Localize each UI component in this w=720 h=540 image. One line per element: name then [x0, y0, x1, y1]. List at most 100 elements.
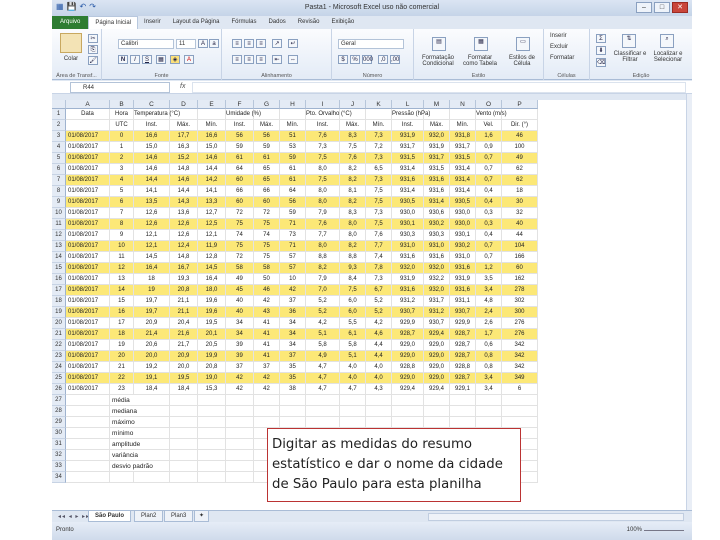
empty-cell[interactable] [450, 406, 476, 417]
empty-cell[interactable] [502, 395, 538, 406]
data-cell[interactable]: 0,4 [476, 230, 502, 241]
data-cell[interactable]: 13 [110, 274, 134, 285]
data-cell[interactable]: 14,6 [134, 164, 170, 175]
data-cell[interactable]: 8,2 [340, 175, 366, 186]
data-cell[interactable]: 20,0 [170, 362, 198, 373]
data-cell[interactable]: 20,4 [170, 318, 198, 329]
data-cell[interactable]: 2,6 [476, 318, 502, 329]
data-cell[interactable]: 7,6 [306, 131, 340, 142]
data-cell[interactable]: 0 [110, 131, 134, 142]
data-cell[interactable]: 01/08/2017 [66, 263, 110, 274]
shrink-font-icon[interactable]: a [209, 39, 219, 48]
data-cell[interactable]: 42 [254, 296, 280, 307]
conditional-format-button[interactable]: Formatação Condicional [418, 55, 458, 67]
copy-icon[interactable]: ⎘ [88, 45, 98, 54]
find-icon[interactable]: ⌕ [660, 34, 674, 48]
header-cell[interactable]: Máx. [170, 120, 198, 131]
column-header[interactable]: P [502, 100, 538, 109]
data-cell[interactable]: 931,8 [450, 131, 476, 142]
data-cell[interactable]: 5,8 [306, 340, 340, 351]
row-header[interactable]: 33 [52, 461, 66, 472]
data-cell[interactable]: 20,8 [170, 285, 198, 296]
data-cell[interactable]: 20,0 [134, 351, 170, 362]
data-cell[interactable]: 21,7 [170, 340, 198, 351]
data-cell[interactable]: 8,8 [340, 252, 366, 263]
data-cell[interactable]: 14,1 [198, 186, 226, 197]
data-cell[interactable]: 12,6 [134, 208, 170, 219]
zoom-slider[interactable] [644, 530, 684, 531]
italic-icon[interactable]: I [130, 55, 140, 64]
data-cell[interactable]: 01/08/2017 [66, 296, 110, 307]
data-cell[interactable]: 931,7 [392, 142, 424, 153]
header-cell[interactable] [66, 120, 110, 131]
data-cell[interactable]: 37 [226, 362, 254, 373]
data-cell[interactable]: 7,9 [306, 274, 340, 285]
data-cell[interactable]: 66 [226, 186, 254, 197]
data-cell[interactable]: 8,4 [340, 274, 366, 285]
data-cell[interactable]: 60 [254, 197, 280, 208]
data-cell[interactable]: 20,8 [198, 362, 226, 373]
align-center-icon[interactable]: ≡ [244, 55, 254, 64]
data-cell[interactable]: 4,9 [306, 351, 340, 362]
header-cell[interactable] [502, 109, 538, 120]
data-cell[interactable]: 931,9 [392, 274, 424, 285]
data-cell[interactable]: 12,6 [170, 230, 198, 241]
data-cell[interactable]: 30 [502, 197, 538, 208]
data-cell[interactable]: 71 [280, 219, 306, 230]
empty-cell[interactable] [226, 428, 254, 439]
data-cell[interactable]: 16,4 [134, 263, 170, 274]
bold-icon[interactable]: N [118, 55, 128, 64]
data-cell[interactable]: 931,7 [450, 142, 476, 153]
empty-cell[interactable] [392, 406, 424, 417]
data-cell[interactable]: 57 [280, 263, 306, 274]
header-cell[interactable]: Umidade (%) [226, 109, 261, 120]
empty-cell[interactable] [280, 417, 306, 428]
data-cell[interactable]: 931,1 [450, 296, 476, 307]
data-cell[interactable]: 8,0 [306, 186, 340, 197]
header-cell[interactable]: Vento (m/s) [476, 109, 507, 120]
data-cell[interactable]: 6,0 [340, 307, 366, 318]
data-cell[interactable]: 15,2 [170, 153, 198, 164]
data-cell[interactable]: 14,6 [134, 153, 170, 164]
data-cell[interactable]: 11 [110, 252, 134, 263]
data-cell[interactable]: 7,3 [306, 142, 340, 153]
data-cell[interactable]: 302 [502, 296, 538, 307]
header-cell[interactable]: Pressão (hPa) [392, 109, 430, 120]
insert-button[interactable]: Inserir [550, 33, 567, 39]
ribbon-tab-6[interactable]: Revisão [292, 16, 326, 29]
column-header[interactable]: L [392, 100, 424, 109]
column-header[interactable]: C [134, 100, 170, 109]
data-cell[interactable]: 56 [226, 131, 254, 142]
data-cell[interactable]: 930,1 [450, 230, 476, 241]
data-cell[interactable]: 39 [226, 340, 254, 351]
header-cell[interactable]: Máx. [424, 120, 450, 131]
data-cell[interactable]: 56 [254, 131, 280, 142]
data-cell[interactable]: 931,6 [392, 252, 424, 263]
fill-color-icon[interactable]: ◈ [170, 55, 180, 64]
data-cell[interactable]: 01/08/2017 [66, 307, 110, 318]
data-cell[interactable]: 3,4 [476, 384, 502, 395]
data-cell[interactable]: 37 [280, 351, 306, 362]
data-cell[interactable]: 7,3 [366, 153, 392, 164]
data-cell[interactable]: 61 [280, 175, 306, 186]
data-cell[interactable]: 19,9 [198, 351, 226, 362]
data-cell[interactable]: 14,4 [198, 164, 226, 175]
data-cell[interactable]: 74 [226, 230, 254, 241]
data-cell[interactable]: 34 [280, 329, 306, 340]
column-header[interactable]: G [254, 100, 280, 109]
stat-label-cell[interactable]: mínimo [110, 428, 170, 439]
header-cell[interactable]: Mín. [366, 120, 392, 131]
data-cell[interactable]: 5,5 [340, 318, 366, 329]
data-cell[interactable]: 4,2 [366, 318, 392, 329]
data-cell[interactable]: 60 [226, 197, 254, 208]
data-cell[interactable]: 45 [226, 285, 254, 296]
data-cell[interactable]: 72 [226, 252, 254, 263]
data-cell[interactable]: 2 [110, 153, 134, 164]
data-cell[interactable]: 17,7 [170, 131, 198, 142]
data-cell[interactable]: 75 [254, 219, 280, 230]
underline-icon[interactable]: S [142, 55, 152, 64]
header-cell[interactable]: Mín. [280, 120, 306, 131]
horizontal-scrollbar[interactable] [428, 513, 684, 521]
data-cell[interactable]: 342 [502, 362, 538, 373]
empty-cell[interactable] [476, 417, 502, 428]
